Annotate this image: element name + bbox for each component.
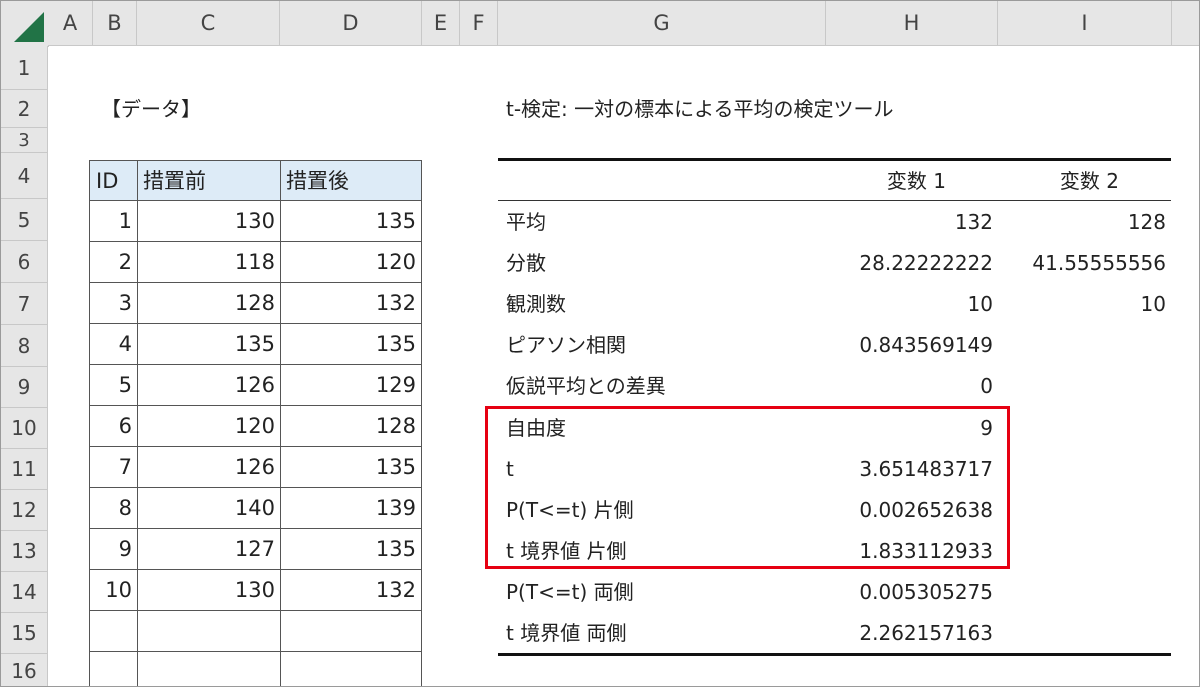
test-value-var1[interactable]: 0.005305275	[831, 580, 993, 604]
table-header-rule	[498, 200, 1171, 201]
row-header-3[interactable]: 3	[1, 128, 48, 153]
row-header-9[interactable]: 9	[1, 367, 48, 408]
table-cell-after[interactable]: 139	[280, 488, 422, 529]
test-value-var1[interactable]: 10	[831, 292, 993, 316]
column-header-a[interactable]: A	[48, 1, 93, 46]
test-label-t-critical-two-tail[interactable]: t 境界値 両側	[506, 621, 627, 645]
table-cell-after[interactable]	[280, 652, 422, 686]
table-cell-id[interactable]	[89, 611, 137, 652]
table-cell-id[interactable]: 10	[89, 570, 137, 611]
row-header-2[interactable]: 2	[1, 90, 48, 128]
table-cell-id[interactable]: 9	[89, 529, 137, 570]
row-header-1[interactable]: 1	[1, 46, 48, 90]
table-cell-id[interactable]: 1	[89, 201, 137, 242]
table-cell-after[interactable]: 135	[280, 324, 422, 365]
table-cell-id[interactable]: 7	[89, 447, 137, 488]
table-cell-id[interactable]: 4	[89, 324, 137, 365]
table-top-border	[498, 158, 1171, 161]
table-cell-before[interactable]: 130	[137, 201, 280, 242]
table-cell-id[interactable]: 5	[89, 365, 137, 406]
row-header-13[interactable]: 13	[1, 531, 48, 572]
select-all-triangle-icon	[14, 12, 44, 42]
column-header-b[interactable]: B	[93, 1, 137, 46]
row-header-12[interactable]: 12	[1, 490, 48, 531]
table-cell-id[interactable]: 8	[89, 488, 137, 529]
test-value-var2[interactable]: 128	[1001, 210, 1166, 234]
test-value-var1[interactable]: 28.22222222	[831, 251, 993, 275]
table-cell-id[interactable]: 3	[89, 283, 137, 324]
table-cell-before[interactable]: 126	[137, 365, 280, 406]
test-value-var1[interactable]: 0	[831, 374, 993, 398]
row-header-15[interactable]: 15	[1, 613, 48, 654]
table-cell-before[interactable]	[137, 611, 280, 652]
column-header-j[interactable]	[1172, 1, 1199, 46]
select-all-button[interactable]	[1, 1, 49, 47]
table-cell-after[interactable]: 120	[280, 242, 422, 283]
data-section-title: 【データ】	[101, 97, 201, 121]
test-header-var2[interactable]: 変数 2	[1001, 169, 1119, 193]
column-header-h[interactable]: H	[826, 1, 998, 46]
row-header-10[interactable]: 10	[1, 408, 48, 449]
test-value-var1[interactable]: 0.843569149	[831, 333, 993, 357]
table-cell-after[interactable]: 135	[280, 201, 422, 242]
column-header-e[interactable]: E	[422, 1, 460, 46]
row-header-4[interactable]: 4	[1, 153, 48, 199]
table-cell-before[interactable]: 140	[137, 488, 280, 529]
test-header-var1[interactable]: 変数 1	[831, 169, 946, 193]
row-header-14[interactable]: 14	[1, 572, 48, 613]
row-header-16[interactable]: 16	[1, 654, 48, 686]
table-header-id[interactable]: ID	[89, 160, 137, 201]
column-header-d[interactable]: D	[280, 1, 422, 46]
test-value-var1[interactable]: 2.262157163	[831, 621, 993, 645]
table-cell-after[interactable]: 128	[280, 406, 422, 447]
test-title: t-検定: 一対の標本による平均の検定ツール	[506, 97, 894, 121]
table-cell-after[interactable]: 135	[280, 447, 422, 488]
test-label-hypothesized-diff[interactable]: 仮説平均との差異	[506, 374, 666, 398]
table-cell-before[interactable]: 135	[137, 324, 280, 365]
test-label-observations[interactable]: 観測数	[506, 292, 566, 316]
row-header-8[interactable]: 8	[1, 325, 48, 367]
table-cell-id[interactable]	[89, 652, 137, 686]
table-cell-id[interactable]: 2	[89, 242, 137, 283]
test-value-var1[interactable]: 132	[831, 210, 993, 234]
test-label-p-two-tail[interactable]: P(T<=t) 両側	[506, 580, 634, 604]
row-header-5[interactable]: 5	[1, 199, 48, 241]
table-bottom-border	[498, 653, 1171, 656]
test-label-mean[interactable]: 平均	[506, 210, 546, 234]
table-cell-after[interactable]: 132	[280, 283, 422, 324]
row-header-6[interactable]: 6	[1, 241, 48, 283]
table-header-before[interactable]: 措置前	[137, 160, 280, 201]
test-label-pearson[interactable]: ピアソン相関	[506, 333, 626, 357]
test-label-variance[interactable]: 分散	[506, 251, 546, 275]
table-cell-before[interactable]: 128	[137, 283, 280, 324]
test-value-var2[interactable]: 41.55555556	[1001, 251, 1166, 275]
table-cell-after[interactable]: 132	[280, 570, 422, 611]
table-cell-id[interactable]: 6	[89, 406, 137, 447]
spreadsheet: A B C D E F G H I 1 2 3 4 5 6 7 8 9 10 1…	[0, 0, 1200, 687]
table-cell-after[interactable]: 135	[280, 529, 422, 570]
table-cell-before[interactable]: 130	[137, 570, 280, 611]
table-header-after[interactable]: 措置後	[280, 160, 422, 201]
table-cell-before[interactable]	[137, 652, 280, 686]
table-cell-before[interactable]: 120	[137, 406, 280, 447]
highlight-box	[485, 406, 1010, 569]
table-cell-before[interactable]: 126	[137, 447, 280, 488]
column-header-c[interactable]: C	[137, 1, 280, 46]
table-cell-after[interactable]: 129	[280, 365, 422, 406]
table-cell-after[interactable]	[280, 611, 422, 652]
column-header-g[interactable]: G	[498, 1, 826, 46]
column-header-f[interactable]: F	[460, 1, 498, 46]
test-value-var2[interactable]: 10	[1001, 292, 1166, 316]
row-header-7[interactable]: 7	[1, 283, 48, 325]
table-cell-before[interactable]: 127	[137, 529, 280, 570]
column-header-i[interactable]: I	[998, 1, 1172, 46]
row-header-11[interactable]: 11	[1, 449, 48, 490]
table-cell-before[interactable]: 118	[137, 242, 280, 283]
